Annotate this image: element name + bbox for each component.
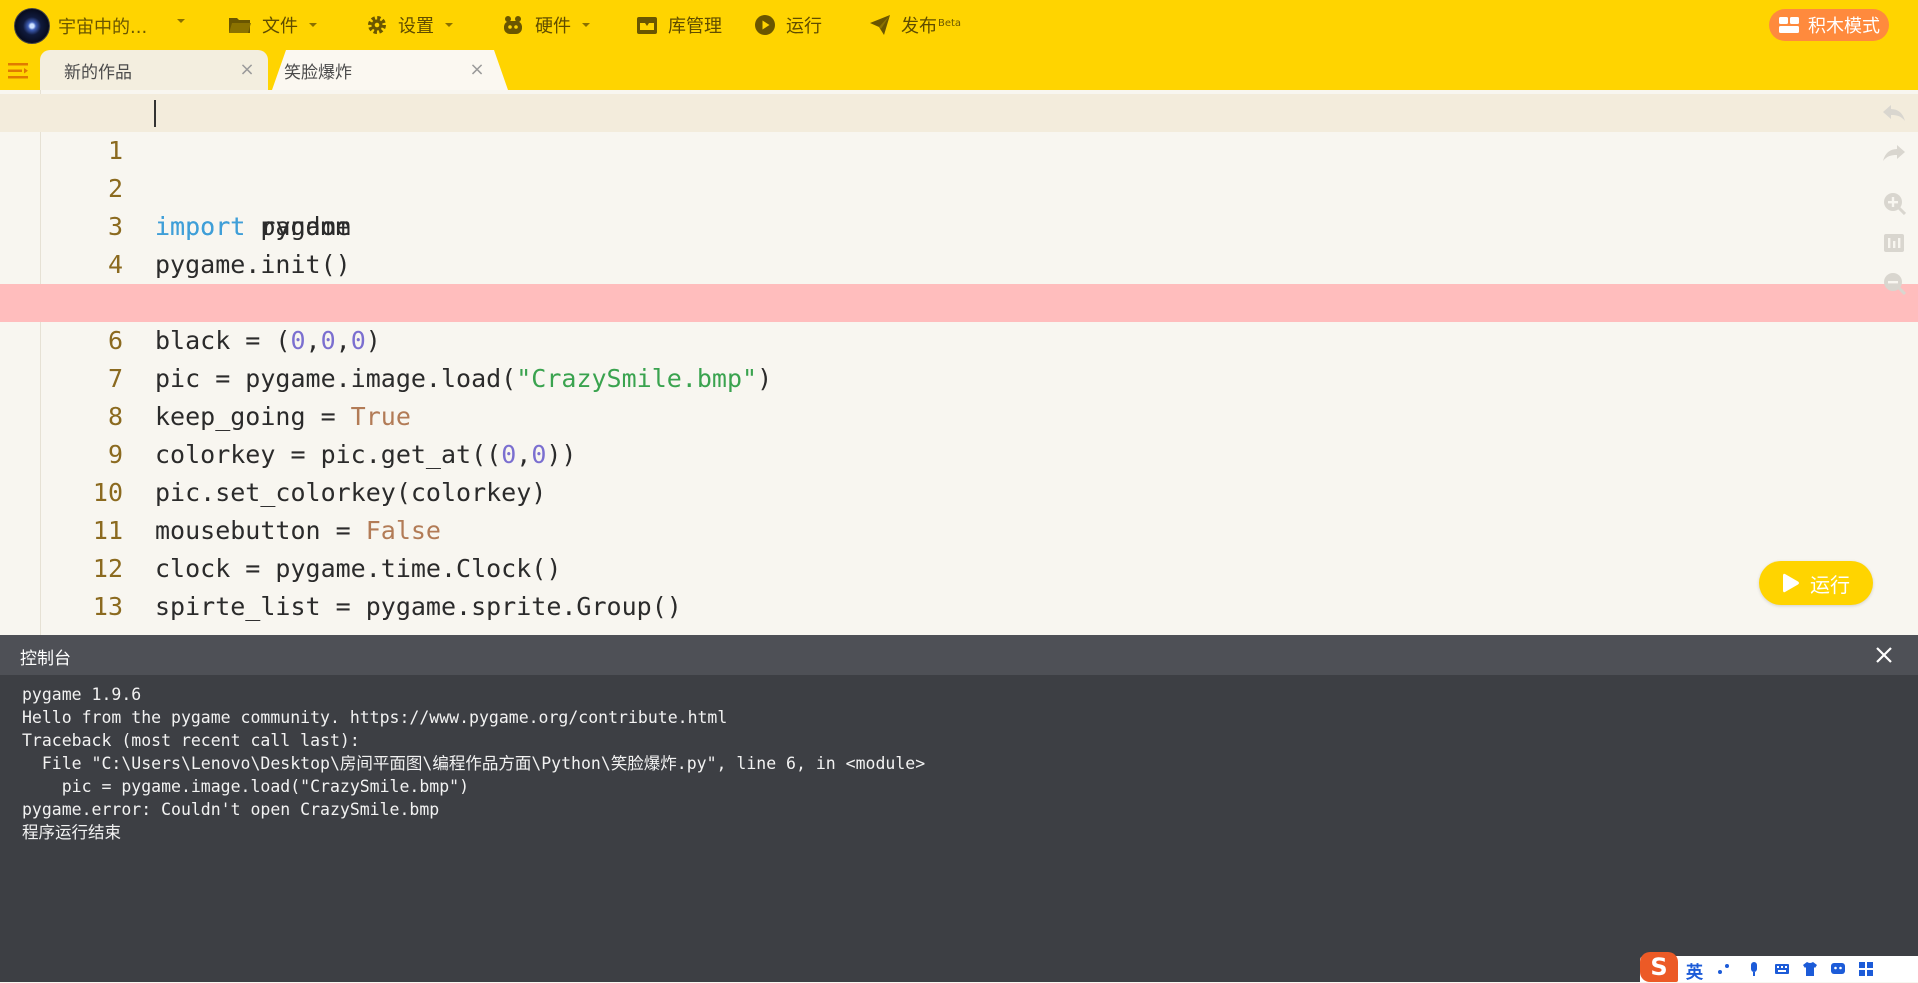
chevron-down-icon <box>445 23 453 27</box>
code-line[interactable]: 2 import random <box>0 132 1918 241</box>
play-icon <box>1783 573 1799 593</box>
zoom-out-button[interactable] <box>1881 270 1907 296</box>
undo-icon <box>1883 105 1905 121</box>
menu-settings[interactable]: 设置 <box>366 11 454 39</box>
menu-publish[interactable]: 发布 Beta <box>869 11 961 39</box>
menu-publish-label: 发布 <box>901 16 937 37</box>
zoom-out-icon <box>1884 273 1906 295</box>
sogou-logo-icon[interactable]: S <box>1640 952 1678 982</box>
code-line[interactable]: 14 #定义一个类smiley <box>0 588 1918 635</box>
menu-run[interactable]: 运行 <box>754 11 822 39</box>
beta-badge: Beta <box>938 17 962 29</box>
grid-icon[interactable] <box>1858 961 1874 977</box>
text-cursor <box>154 100 156 127</box>
font-size-icon <box>1884 234 1904 252</box>
menu-library-label: 库管理 <box>668 16 722 37</box>
code-line[interactable]: 13 <box>0 550 1918 621</box>
code-line[interactable]: 5 black = (0,0,0) <box>0 246 1918 355</box>
top-menu-bar: 宇宙中的... 文件 设置 硬件 库管理 运行 发布 Beta 积木模式 <box>0 0 1918 50</box>
sidebar-toggle-icon[interactable] <box>8 62 30 80</box>
menu-file-label: 文件 <box>262 16 298 37</box>
user-avatar[interactable] <box>14 8 50 44</box>
console-line: File "C:\Users\Lenovo\Desktop\房间平面图\编程作品… <box>22 754 926 773</box>
console-line: Hello from the pygame community. https:/… <box>22 708 728 727</box>
menu-hardware-label: 硬件 <box>535 16 571 37</box>
ime-toolbar: S 英 <box>1640 952 1918 983</box>
menu-hardware[interactable]: 硬件 <box>501 11 591 39</box>
code-line[interactable]: 10 mousebutton = False <box>0 436 1918 545</box>
zoom-in-button[interactable] <box>1881 190 1907 216</box>
tab-label: 笑脸爆炸 <box>284 62 352 83</box>
hardware-icon <box>504 16 522 34</box>
folder-icon <box>229 18 251 33</box>
console-line: pygame.error: Couldn't open CrazySmile.b… <box>22 800 440 819</box>
redo-button[interactable] <box>1881 140 1907 166</box>
console-line: 程序运行结束 <box>22 823 121 842</box>
code-editor[interactable]: 1 import pygame 2 import random 3 pygame… <box>0 90 1918 635</box>
run-button-label: 运行 <box>1810 572 1850 597</box>
undo-button[interactable] <box>1881 100 1907 126</box>
code-line[interactable]: 1 import pygame <box>0 94 1918 241</box>
chevron-down-icon <box>309 23 317 27</box>
chevron-down-icon <box>582 23 590 27</box>
code-line[interactable]: 12 spirte_list = pygame.sprite.Group() <box>0 512 1918 621</box>
tab-bar: 新的作品 × 笑脸爆炸 × <box>0 50 1918 90</box>
menu-run-label: 运行 <box>786 16 822 37</box>
console-title: 控制台 <box>20 649 71 669</box>
redo-icon <box>1883 145 1905 161</box>
block-mode-button[interactable]: 积木模式 <box>1769 9 1889 41</box>
code-line[interactable]: 7 keep_going = True <box>0 322 1918 431</box>
close-icon[interactable]: × <box>238 61 256 79</box>
code-line[interactable]: 3 pygame.init() <box>0 170 1918 279</box>
menu-library[interactable]: 库管理 <box>636 11 722 39</box>
microphone-icon[interactable] <box>1746 961 1762 977</box>
console-line: pygame 1.9.6 <box>22 685 142 704</box>
console-line: pic = pygame.image.load("CrazySmile.bmp"… <box>22 777 470 796</box>
code-line-error[interactable]: 6 pic = pygame.image.load("CrazySmile.bm… <box>0 284 1918 393</box>
console-output[interactable]: pygame 1.9.6 Hello from the pygame commu… <box>0 675 1918 982</box>
close-icon[interactable]: × <box>468 61 486 79</box>
menu-file[interactable]: 文件 <box>228 11 318 39</box>
ime-mode-label[interactable]: 英 <box>1686 958 1703 983</box>
close-icon[interactable] <box>1874 645 1894 665</box>
code-line[interactable]: 4 screen = pygame.display.set_mode([800,… <box>0 208 1918 317</box>
code-line[interactable]: 8 colorkey = pic.get_at((0,0)) <box>0 360 1918 469</box>
paper-plane-icon <box>870 15 890 35</box>
run-button[interactable]: 运行 <box>1759 561 1873 605</box>
tab-label: 新的作品 <box>64 62 132 83</box>
tab-smile-explosion[interactable]: 笑脸爆炸 × <box>272 50 508 90</box>
emoji-icon[interactable] <box>1830 961 1846 977</box>
console-header: 控制台 <box>0 635 1918 675</box>
user-name[interactable]: 宇宙中的... <box>58 13 158 39</box>
library-icon <box>637 17 657 34</box>
code-line[interactable]: 15 class smiley(pygame.sprite.Sprite): <box>0 626 1918 635</box>
console-line: Traceback (most recent call last): <box>22 731 360 750</box>
chevron-down-icon[interactable] <box>176 16 186 26</box>
punctuation-icon[interactable] <box>1716 961 1732 977</box>
code-line[interactable]: 11 clock = pygame.time.Clock() <box>0 474 1918 583</box>
play-circle-icon <box>755 15 775 35</box>
tab-new-work[interactable]: 新的作品 × <box>40 50 268 90</box>
gear-icon <box>368 16 386 34</box>
zoom-in-icon <box>1884 193 1906 215</box>
skin-icon[interactable] <box>1802 961 1818 977</box>
blocks-icon <box>1779 17 1799 33</box>
font-size-button[interactable] <box>1881 230 1907 256</box>
keyboard-icon[interactable] <box>1774 961 1790 977</box>
code-line[interactable]: 9 pic.set_colorkey(colorkey) <box>0 398 1918 507</box>
menu-settings-label: 设置 <box>398 16 434 37</box>
block-mode-label: 积木模式 <box>1808 16 1880 37</box>
